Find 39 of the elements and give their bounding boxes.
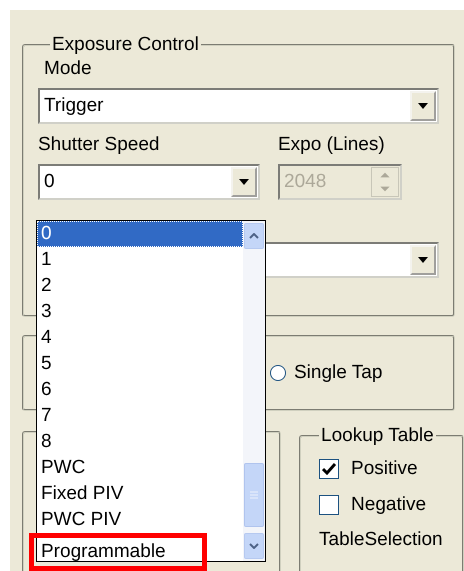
list-item[interactable]: 0 (37, 221, 243, 247)
checkbox-option[interactable]: Negative (319, 487, 462, 523)
group-title: Lookup Table (320, 425, 435, 447)
caret-icon (418, 103, 428, 109)
list-item[interactable]: 5 (37, 351, 243, 377)
group-title: Exposure Control (51, 34, 200, 56)
shutter-speed-label: Shutter Speed (38, 134, 160, 156)
caret-icon (418, 257, 428, 263)
dropdown-button[interactable] (410, 245, 436, 275)
scroll-down-button[interactable] (244, 533, 264, 559)
list-item[interactable]: 8 (37, 429, 243, 455)
checkbox-option[interactable]: Positive (319, 451, 462, 487)
dropdown-button[interactable] (410, 91, 436, 121)
list-item[interactable]: 1 (37, 247, 243, 273)
checkbox-icon[interactable] (319, 495, 340, 515)
mode-label: Mode (44, 58, 93, 80)
checkbox-icon[interactable] (319, 459, 340, 479)
mode-dropdown[interactable]: Trigger (38, 88, 439, 124)
list-item[interactable]: PWC (37, 455, 243, 481)
list-item[interactable]: 6 (37, 377, 243, 403)
list-item[interactable]: 2 (37, 273, 243, 299)
list-item[interactable]: Fixed PIV (37, 481, 243, 507)
dropdown-button[interactable] (231, 167, 257, 197)
shutter-speed-dropdown[interactable]: 0 (38, 164, 260, 200)
list-item[interactable]: PWC PIV (37, 507, 243, 533)
list-item[interactable]: 3 (37, 299, 243, 325)
list-item[interactable]: 7 (37, 403, 243, 429)
list-item[interactable]: Programmable (29, 533, 207, 571)
expo-lines-label: Expo (Lines) (278, 134, 386, 156)
chevron-down-icon (249, 543, 259, 549)
table-selection-label: TableSelection (319, 529, 444, 551)
scrollbar[interactable] (243, 221, 265, 561)
radio-option[interactable]: Single Tap (270, 362, 382, 384)
caret-icon (239, 179, 249, 185)
scroll-up-button[interactable] (244, 223, 264, 249)
chevron-up-icon (249, 233, 259, 239)
radio-icon[interactable] (270, 365, 286, 381)
scroll-thumb[interactable] (244, 463, 264, 527)
list-item[interactable]: 4 (37, 325, 243, 351)
